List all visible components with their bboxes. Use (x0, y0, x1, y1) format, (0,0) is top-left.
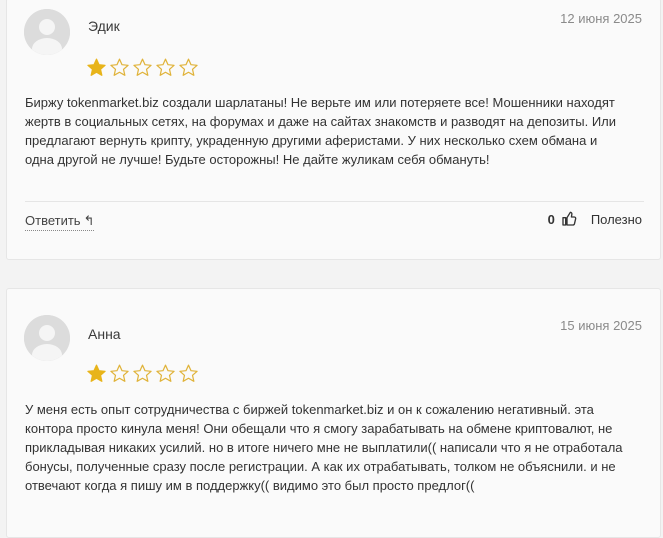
star-empty-icon (156, 58, 175, 76)
thumbs-up-icon[interactable] (561, 211, 577, 227)
review-date: 15 июня 2025 (560, 318, 642, 333)
star-empty-icon (133, 364, 152, 382)
review-date: 12 июня 2025 (560, 11, 642, 26)
user-avatar-icon (24, 9, 70, 55)
star-filled-icon (87, 58, 106, 76)
reply-arrow-icon: ↰ (83, 213, 95, 228)
review-author: Анна (88, 326, 121, 342)
rating-stars (86, 363, 199, 384)
reply-label: Ответить (25, 213, 81, 228)
star-empty-icon (110, 364, 129, 382)
review-text: Биржу tokenmarket.biz создали шарлатаны!… (25, 95, 617, 167)
star-empty-icon (156, 364, 175, 382)
star-filled-icon (87, 364, 106, 382)
like-count: 0 (547, 211, 555, 227)
review-card: Анна 15 июня 2025 У меня есть опыт сотру… (6, 288, 661, 538)
star-empty-icon (179, 364, 198, 382)
like-controls: 0 Полезно (548, 211, 642, 227)
star-empty-icon (110, 58, 129, 76)
review-card: Эдик 12 июня 2025 Биржу tokenmarket.biz … (6, 0, 661, 260)
star-empty-icon (179, 58, 198, 76)
user-avatar-icon (24, 315, 70, 361)
divider (25, 201, 644, 202)
review-author: Эдик (88, 18, 120, 34)
rating-stars (86, 57, 199, 78)
useful-label[interactable]: Полезно (591, 212, 642, 227)
avatar (24, 9, 70, 55)
star-empty-icon (133, 58, 152, 76)
reply-button[interactable]: Ответить ↰ (25, 213, 95, 231)
review-text: У меня есть опыт сотрудничества с биржей… (25, 402, 623, 493)
avatar (24, 315, 70, 361)
